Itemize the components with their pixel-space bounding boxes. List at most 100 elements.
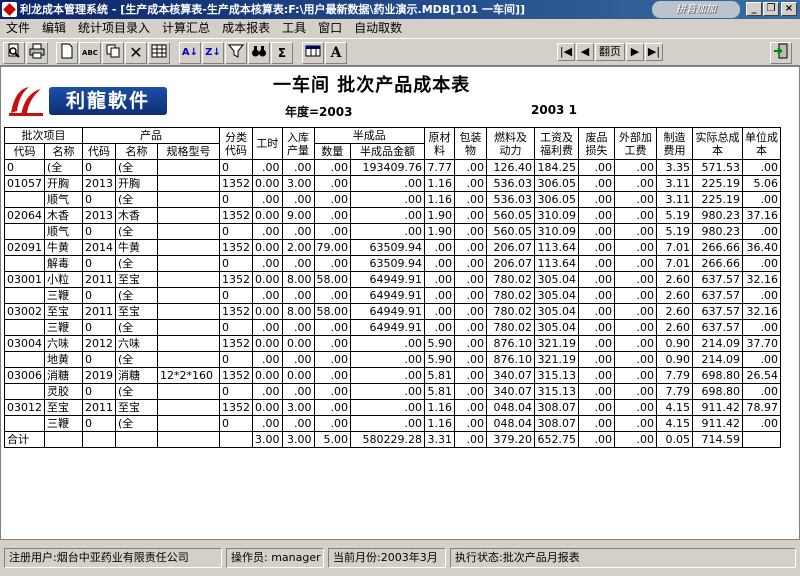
cell-fuel[interactable]: 536.03 [486,191,535,208]
cell-wages[interactable]: 305.04 [534,287,579,304]
cell-spec[interactable] [157,191,220,208]
cell-batch-code[interactable]: 0 [4,159,45,176]
cell-fuel[interactable]: 126.40 [486,159,535,176]
cell-packaging[interactable]: .00 [454,287,487,304]
cell-unit-cost[interactable]: .00 [742,287,781,304]
cell-spec[interactable] [157,351,220,368]
cell-fuel[interactable]: 560.05 [486,223,535,240]
cell-work-hours[interactable]: 0.00 [252,239,283,256]
cell-wages[interactable]: 308.07 [534,415,579,432]
cell-outsourcing[interactable]: .00 [614,367,657,384]
cell-class-code[interactable]: 1352 [219,207,253,224]
cell-semi-amount[interactable]: .00 [350,367,425,384]
cell-prod-name[interactable]: 开胸 [115,175,158,192]
cell-total[interactable]: 637.57 [692,303,743,320]
cell-in-qty[interactable]: 8.00 [281,271,315,288]
column-settings-icon[interactable] [302,42,324,64]
cell-semi-amount[interactable]: .00 [350,399,425,416]
cell-fuel[interactable]: 780.02 [486,319,535,336]
cell-manufacturing[interactable]: 2.60 [656,287,693,304]
cell-packaging[interactable]: .00 [454,351,487,368]
cell-scrap[interactable]: .00 [578,415,615,432]
cell-material[interactable]: 5.90 [424,351,455,368]
cell-batch-code[interactable] [4,351,45,368]
cell-semi-amount[interactable]: .00 [350,351,425,368]
menu-calc-summary[interactable]: 计算汇总 [156,19,216,37]
cell-outsourcing[interactable]: .00 [614,415,657,432]
cell-wages[interactable]: 113.64 [534,255,579,272]
cell-manufacturing[interactable]: 3.11 [656,191,693,208]
cell-semi-amount[interactable]: .00 [350,415,425,432]
cell-total[interactable]: 225.19 [692,191,743,208]
cell-prod-code[interactable]: 2012 [82,335,116,352]
cell-fuel[interactable]: 206.07 [486,255,535,272]
menu-window[interactable]: 窗口 [312,19,348,37]
cell-wages[interactable]: 308.07 [534,399,579,416]
cell-prod-name[interactable]: (全 [115,415,158,432]
cell-manufacturing[interactable]: 0.90 [656,351,693,368]
cell-work-hours[interactable]: .00 [252,319,283,336]
cell-semi-amount[interactable]: 64949.91 [350,287,425,304]
cell-work-hours[interactable]: 0.00 [252,271,283,288]
cell-batch-code[interactable] [4,223,45,240]
font-icon[interactable]: A [325,42,347,64]
sort-descending-icon[interactable]: Z↓ [202,42,224,64]
cell-scrap[interactable]: .00 [578,239,615,256]
cell-prod-code[interactable]: 0 [82,415,116,432]
cell-total[interactable]: 911.42 [692,415,743,432]
cell-scrap[interactable]: .00 [578,335,615,352]
last-page-icon[interactable]: ▶| [645,43,663,61]
cell-material[interactable]: 1.90 [424,207,455,224]
cell-work-hours[interactable]: .00 [252,191,283,208]
cell-semi-qty[interactable]: .00 [313,335,351,352]
cell-packaging[interactable]: .00 [454,383,487,400]
sum-icon[interactable]: Σ [271,42,293,64]
minimize-button[interactable]: _ [746,2,762,16]
cell-batch-code[interactable]: 02091 [4,239,45,256]
cell-unit-cost[interactable]: 32.16 [742,271,781,288]
cell-material[interactable]: 1.16 [424,191,455,208]
table-row[interactable]: 03004 六味 2012 六味 1352 0.00 0.00.00.00 5.90.00 87… [4,335,781,352]
cell-semi-qty[interactable]: .00 [313,415,351,432]
cell-fuel[interactable]: 340.07 [486,383,535,400]
cell-batch-name[interactable]: 开胸 [44,175,83,192]
restore-button[interactable]: ❐ [763,2,779,16]
cell-semi-qty[interactable]: .00 [313,175,351,192]
cell-unit-cost[interactable]: .00 [742,415,781,432]
cell-work-hours[interactable]: .00 [252,287,283,304]
cell-manufacturing[interactable]: 3.35 [656,159,693,176]
cell-scrap[interactable]: .00 [578,207,615,224]
cell-packaging[interactable]: .00 [454,239,487,256]
cell-semi-qty[interactable]: .00 [313,383,351,400]
cell-outsourcing[interactable]: .00 [614,271,657,288]
cell-material[interactable]: 7.77 [424,159,455,176]
cell-packaging[interactable]: .00 [454,159,487,176]
cell-batch-name[interactable]: 至宝 [44,399,83,416]
cell-packaging[interactable]: .00 [454,335,487,352]
cell-spec[interactable] [157,271,220,288]
cell-prod-code[interactable] [82,431,116,448]
cell-semi-amount[interactable]: .00 [350,223,425,240]
cell-class-code[interactable]: 1352 [219,335,253,352]
cell-spec[interactable] [157,303,220,320]
table-row[interactable]: 三鞭 0 (全 0.00.00.00.00 1.16.00 048.04 308.07.00… [4,415,781,432]
cell-manufacturing[interactable]: 5.19 [656,207,693,224]
menu-auto-fetch[interactable]: 自动取数 [348,19,408,37]
cell-semi-qty[interactable]: .00 [313,159,351,176]
cell-class-code[interactable]: 1352 [219,175,253,192]
cell-semi-qty[interactable]: .00 [313,319,351,336]
cell-batch-code[interactable] [4,287,45,304]
cell-unit-cost[interactable]: .00 [742,191,781,208]
cell-spec[interactable] [157,207,220,224]
cell-batch-name[interactable]: (全 [44,159,83,176]
cell-outsourcing[interactable]: .00 [614,223,657,240]
cell-batch-code[interactable]: 03006 [4,367,45,384]
table-row[interactable]: 三鞭 0 (全 0.00.00.00 64949.91.00.00 780.02 305.0… [4,319,781,336]
cell-spec[interactable] [157,159,220,176]
cell-in-qty[interactable]: 3.00 [281,399,315,416]
spellcheck-icon[interactable]: ABC [79,42,101,64]
cell-unit-cost[interactable]: .00 [742,383,781,400]
cell-prod-code[interactable]: 0 [82,351,116,368]
cell-prod-code[interactable]: 0 [82,383,116,400]
cell-batch-code[interactable]: 03004 [4,335,45,352]
